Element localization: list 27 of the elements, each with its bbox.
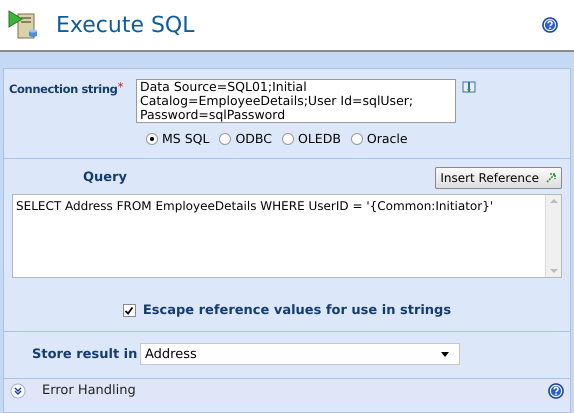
field-label: Query [83, 169, 128, 187]
checkbox-label[interactable]: Escape reference values for use in strings [142, 300, 452, 320]
radio-label[interactable]: Oracle [366, 130, 408, 149]
field-label: Store result in [32, 346, 138, 364]
radio-button[interactable] [350, 133, 363, 146]
required-mark: * [117, 79, 124, 96]
expand-icon[interactable] [10, 382, 26, 399]
page-title: Execute SQL [56, 12, 195, 40]
field-label: Connection string [9, 81, 118, 98]
arrow-icon [545, 172, 557, 184]
radio-button[interactable] [282, 133, 294, 146]
radio-label[interactable]: ODBC [235, 130, 272, 149]
connection-string-field[interactable]: Data Source=SQL01;Initial Catalog=EmployeeDetails;User Id=sqlUser; Password=sqlPassword [136, 79, 456, 123]
store-result-dropdown[interactable]: Address [140, 343, 460, 366]
radio-button[interactable] [219, 133, 232, 146]
book-icon[interactable] [462, 81, 476, 94]
insert-reference-button[interactable]: Insert Reference [435, 166, 562, 189]
caret-icon [441, 352, 449, 357]
server-play-icon [8, 9, 40, 41]
section-title: Error Handling [42, 382, 136, 400]
help-icon[interactable] [548, 382, 564, 399]
radio-label[interactable]: OLEDB [298, 130, 341, 149]
help-icon[interactable] [542, 17, 558, 33]
radio-button[interactable] [146, 133, 158, 146]
radio-label[interactable]: MS SQL [162, 130, 210, 149]
checkbox[interactable] [122, 304, 136, 317]
error-handling-bar[interactable]: Error Handling [4, 378, 570, 402]
